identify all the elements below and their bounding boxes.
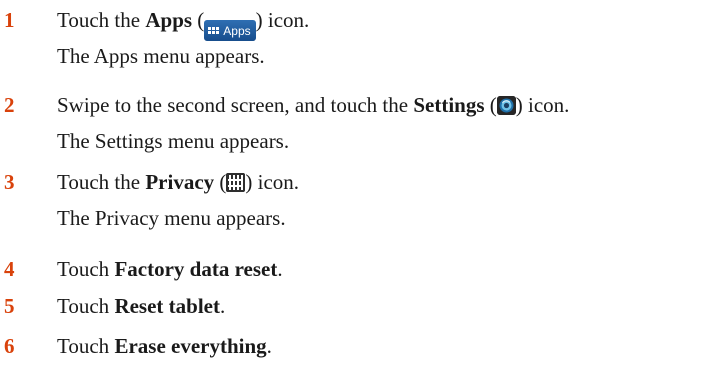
step-number: 4 [4, 257, 15, 281]
step-result: The Settings menu appears. [57, 129, 290, 153]
apps-icon-label: Apps [223, 23, 251, 38]
step-3: 3 Touch the Privacy ( ) icon. The Privac… [0, 170, 706, 230]
step-2: 2 Swipe to the second screen, and touch … [0, 93, 706, 153]
step-5: 5 Touch Reset tablet. [0, 294, 706, 320]
step-number: 2 [4, 93, 15, 117]
step-number: 1 [4, 8, 15, 32]
ui-term: Apps [145, 8, 193, 32]
step-instruction: Swipe to the second screen, and touch th… [57, 93, 570, 117]
ui-term: Reset tablet [114, 294, 220, 318]
step-4: 4 Touch Factory data reset. [0, 257, 706, 283]
apps-grid-icon [208, 27, 220, 34]
ui-term: Factory data reset [114, 257, 278, 281]
step-instruction: Touch the Privacy ( ) icon. [57, 170, 300, 194]
step-number: 3 [4, 170, 15, 194]
ui-term: Privacy [145, 170, 215, 194]
step-instruction: Touch Erase everything. [57, 334, 272, 358]
step-6: 6 Touch Erase everything. [0, 334, 706, 360]
step-instruction: Touch Factory data reset. [57, 257, 283, 281]
step-result: The Apps menu appears. [57, 44, 265, 68]
step-result: The Privacy menu appears. [57, 206, 286, 230]
step-number: 5 [4, 294, 15, 318]
apps-icon: Apps [204, 20, 256, 41]
ui-term: Erase everything [114, 334, 267, 358]
step-instruction: Touch Reset tablet. [57, 294, 226, 318]
ui-term: Settings [413, 93, 485, 117]
step-number: 6 [4, 334, 15, 358]
privacy-icon [226, 173, 246, 192]
step-1: 1 Touch the Apps (Apps) icon. The Apps m… [0, 8, 706, 68]
settings-icon [496, 96, 516, 115]
step-instruction: Touch the Apps (Apps) icon. [57, 8, 309, 41]
